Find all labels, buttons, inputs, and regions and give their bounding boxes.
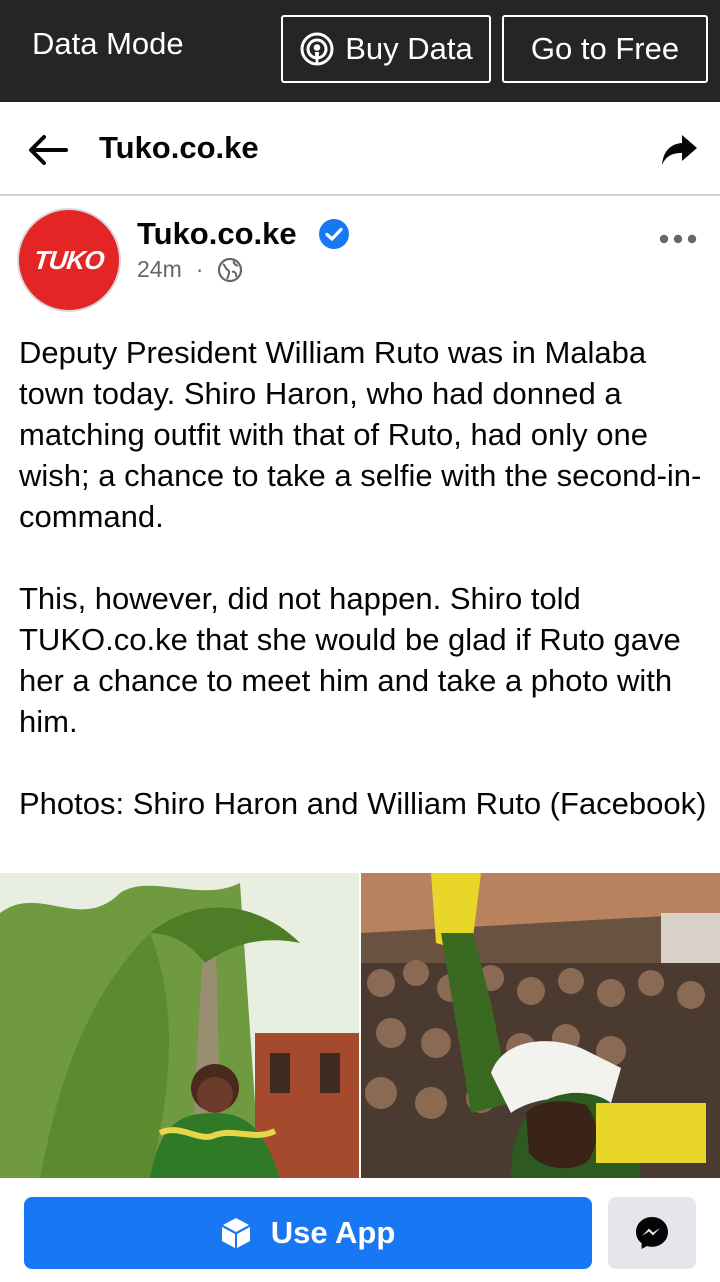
buy-data-label: Buy Data	[345, 31, 473, 66]
bottom-bar: Use App	[0, 1178, 720, 1282]
photo-left-illustration	[0, 873, 359, 1178]
share-icon[interactable]	[660, 132, 698, 168]
post-paragraph: Deputy President William Ruto was in Mal…	[19, 335, 702, 534]
data-mode-label: Data Mode	[32, 26, 184, 61]
more-icon[interactable]	[658, 232, 698, 246]
data-mode-bar: Data Mode Buy Data Go to Free	[0, 0, 720, 102]
use-app-label: Use App	[270, 1215, 396, 1250]
page-title: Tuko.co.ke	[99, 130, 259, 165]
photo-right-illustration	[361, 873, 720, 1178]
go-to-free-button[interactable]: Go to Free	[502, 15, 708, 83]
meta-separator: ·	[195, 256, 204, 282]
back-arrow-icon[interactable]	[26, 132, 68, 168]
buy-data-button[interactable]: Buy Data	[281, 15, 491, 83]
post-photo-right[interactable]	[361, 873, 720, 1178]
use-app-button[interactable]: Use App	[24, 1197, 592, 1269]
post-photo-left[interactable]	[0, 873, 359, 1178]
post-meta: 24m ·	[137, 256, 243, 283]
cube-icon	[221, 1218, 250, 1248]
go-to-free-label: Go to Free	[530, 31, 680, 66]
verified-icon	[319, 219, 349, 249]
messenger-button[interactable]	[608, 1197, 696, 1269]
post-paragraph: This, however, did not happen. Shiro tol…	[19, 581, 690, 739]
post-paragraph: Photos: Shiro Haron and William Ruto (Fa…	[19, 786, 707, 821]
post-author[interactable]: Tuko.co.ke	[137, 216, 297, 252]
messenger-icon	[636, 1217, 668, 1249]
globe-icon	[218, 257, 243, 282]
podcast-icon	[300, 32, 334, 66]
page-header: Tuko.co.ke	[0, 102, 720, 196]
page-avatar[interactable]: TUKO	[17, 208, 121, 312]
post-time[interactable]: 24m	[137, 256, 182, 283]
post-body: Deputy President William Ruto was in Mal…	[19, 332, 709, 824]
avatar-logo-text: TUKO	[32, 244, 106, 275]
